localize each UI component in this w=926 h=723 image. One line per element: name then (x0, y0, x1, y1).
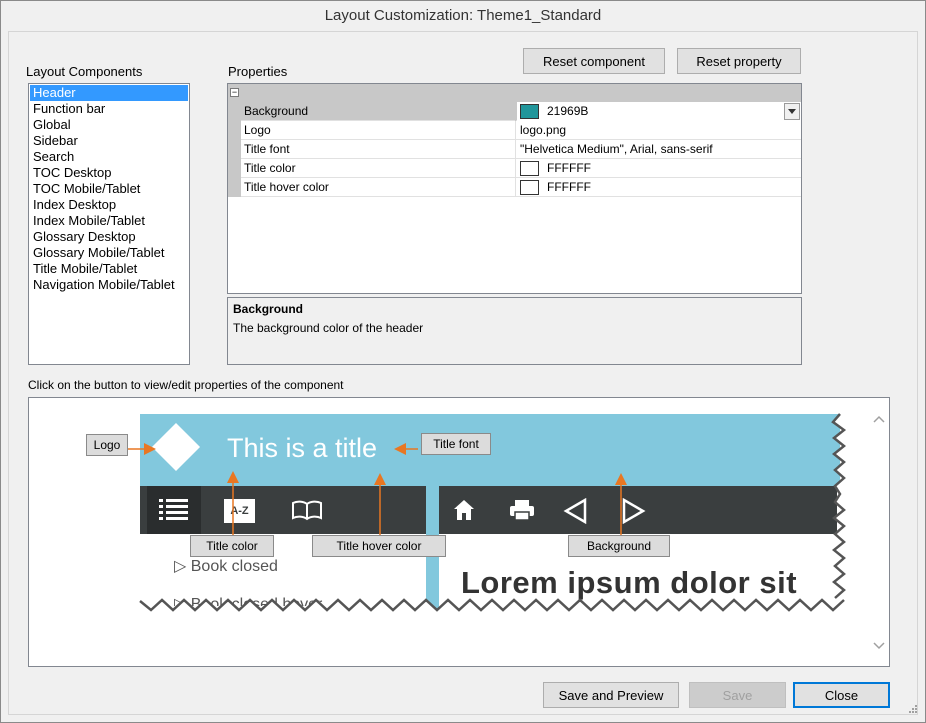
save-button[interactable]: Save (689, 682, 786, 708)
property-name: Title color (241, 159, 516, 178)
list-item-glossary-desktop[interactable]: Glossary Desktop (30, 229, 188, 245)
property-value-title-color[interactable]: FFFFFF (517, 159, 801, 178)
list-item-index-desktop[interactable]: Index Desktop (30, 197, 188, 213)
color-swatch (520, 161, 539, 176)
list-item-glossary-mobile[interactable]: Glossary Mobile/Tablet (30, 245, 188, 261)
property-value-title-hover-color[interactable]: FFFFFF (517, 178, 801, 197)
property-name: Logo (241, 121, 516, 140)
callout-title-hover-color[interactable]: Title hover color (312, 535, 446, 557)
list-item-toc-desktop[interactable]: TOC Desktop (30, 165, 188, 181)
list-item-navigation-mobile[interactable]: Navigation Mobile/Tablet (30, 277, 188, 293)
list-item-function-bar[interactable]: Function bar (30, 101, 188, 117)
property-grid[interactable]: − Background 21969B Logo logo.png Title … (227, 83, 802, 294)
property-description: Background The background color of the h… (227, 297, 802, 365)
list-item-title-mobile[interactable]: Title Mobile/Tablet (30, 261, 188, 277)
color-swatch (520, 180, 539, 195)
property-value-text: logo.png (520, 123, 567, 137)
list-item-toc-mobile[interactable]: TOC Mobile/Tablet (30, 181, 188, 197)
callout-title-color[interactable]: Title color (190, 535, 274, 557)
layout-components-list[interactable]: Header Function bar Global Sidebar Searc… (28, 83, 190, 365)
property-row-background[interactable]: Background 21969B (228, 102, 801, 121)
property-value-text: "Helvetica Medium", Arial, sans-serif (520, 142, 713, 156)
scroll-down-icon[interactable] (872, 638, 886, 652)
description-title: Background (233, 302, 304, 316)
property-value-text: 21969B (547, 104, 589, 118)
description-text: The background color of the header (233, 321, 424, 335)
list-item-index-mobile[interactable]: Index Mobile/Tablet (30, 213, 188, 229)
property-row-title-hover-color[interactable]: Title hover color FFFFFF (228, 178, 801, 197)
property-row-title-font[interactable]: Title font "Helvetica Medium", Arial, sa… (228, 140, 801, 159)
callout-background[interactable]: Background (568, 535, 670, 557)
property-name: Title font (241, 140, 516, 159)
property-value-background[interactable]: 21969B (517, 102, 801, 121)
property-value-text: FFFFFF (547, 180, 591, 194)
list-item-global[interactable]: Global (30, 117, 188, 133)
layout-preview[interactable]: This is a title A-Z ▷ Book closed ▷ Book… (28, 397, 890, 667)
property-name: Title hover color (241, 178, 516, 197)
row-gutter (228, 178, 241, 197)
reset-property-button[interactable]: Reset property (677, 48, 801, 74)
row-gutter (228, 102, 241, 121)
list-item-header[interactable]: Header (30, 85, 188, 101)
dropdown-arrow-icon[interactable] (784, 103, 800, 120)
property-value-logo[interactable]: logo.png (517, 121, 801, 140)
property-value-title-font[interactable]: "Helvetica Medium", Arial, sans-serif (517, 140, 801, 159)
row-gutter (228, 159, 241, 178)
row-gutter (228, 121, 241, 140)
scroll-up-icon[interactable] (872, 413, 886, 427)
save-and-preview-button[interactable]: Save and Preview (543, 682, 679, 708)
property-category: − (228, 84, 801, 102)
reset-component-button[interactable]: Reset component (523, 48, 665, 74)
callout-title-font[interactable]: Title font (421, 433, 491, 455)
close-button[interactable]: Close (793, 682, 890, 708)
window-title: Layout Customization: Theme1_Standard (324, 7, 602, 24)
properties-label: Properties (228, 64, 288, 79)
property-row-logo[interactable]: Logo logo.png (228, 121, 801, 140)
collapse-icon[interactable]: − (230, 88, 239, 97)
resize-grip-icon[interactable] (906, 704, 918, 716)
row-gutter (228, 140, 241, 159)
preview-hint: Click on the button to view/edit propert… (28, 378, 344, 392)
property-row-title-color[interactable]: Title color FFFFFF (228, 159, 801, 178)
list-item-search[interactable]: Search (30, 149, 188, 165)
color-swatch (520, 104, 539, 119)
property-value-text: FFFFFF (547, 161, 591, 175)
callout-logo[interactable]: Logo (86, 434, 128, 456)
list-item-sidebar[interactable]: Sidebar (30, 133, 188, 149)
property-name: Background (241, 102, 516, 121)
layout-components-label: Layout Components (26, 64, 143, 79)
